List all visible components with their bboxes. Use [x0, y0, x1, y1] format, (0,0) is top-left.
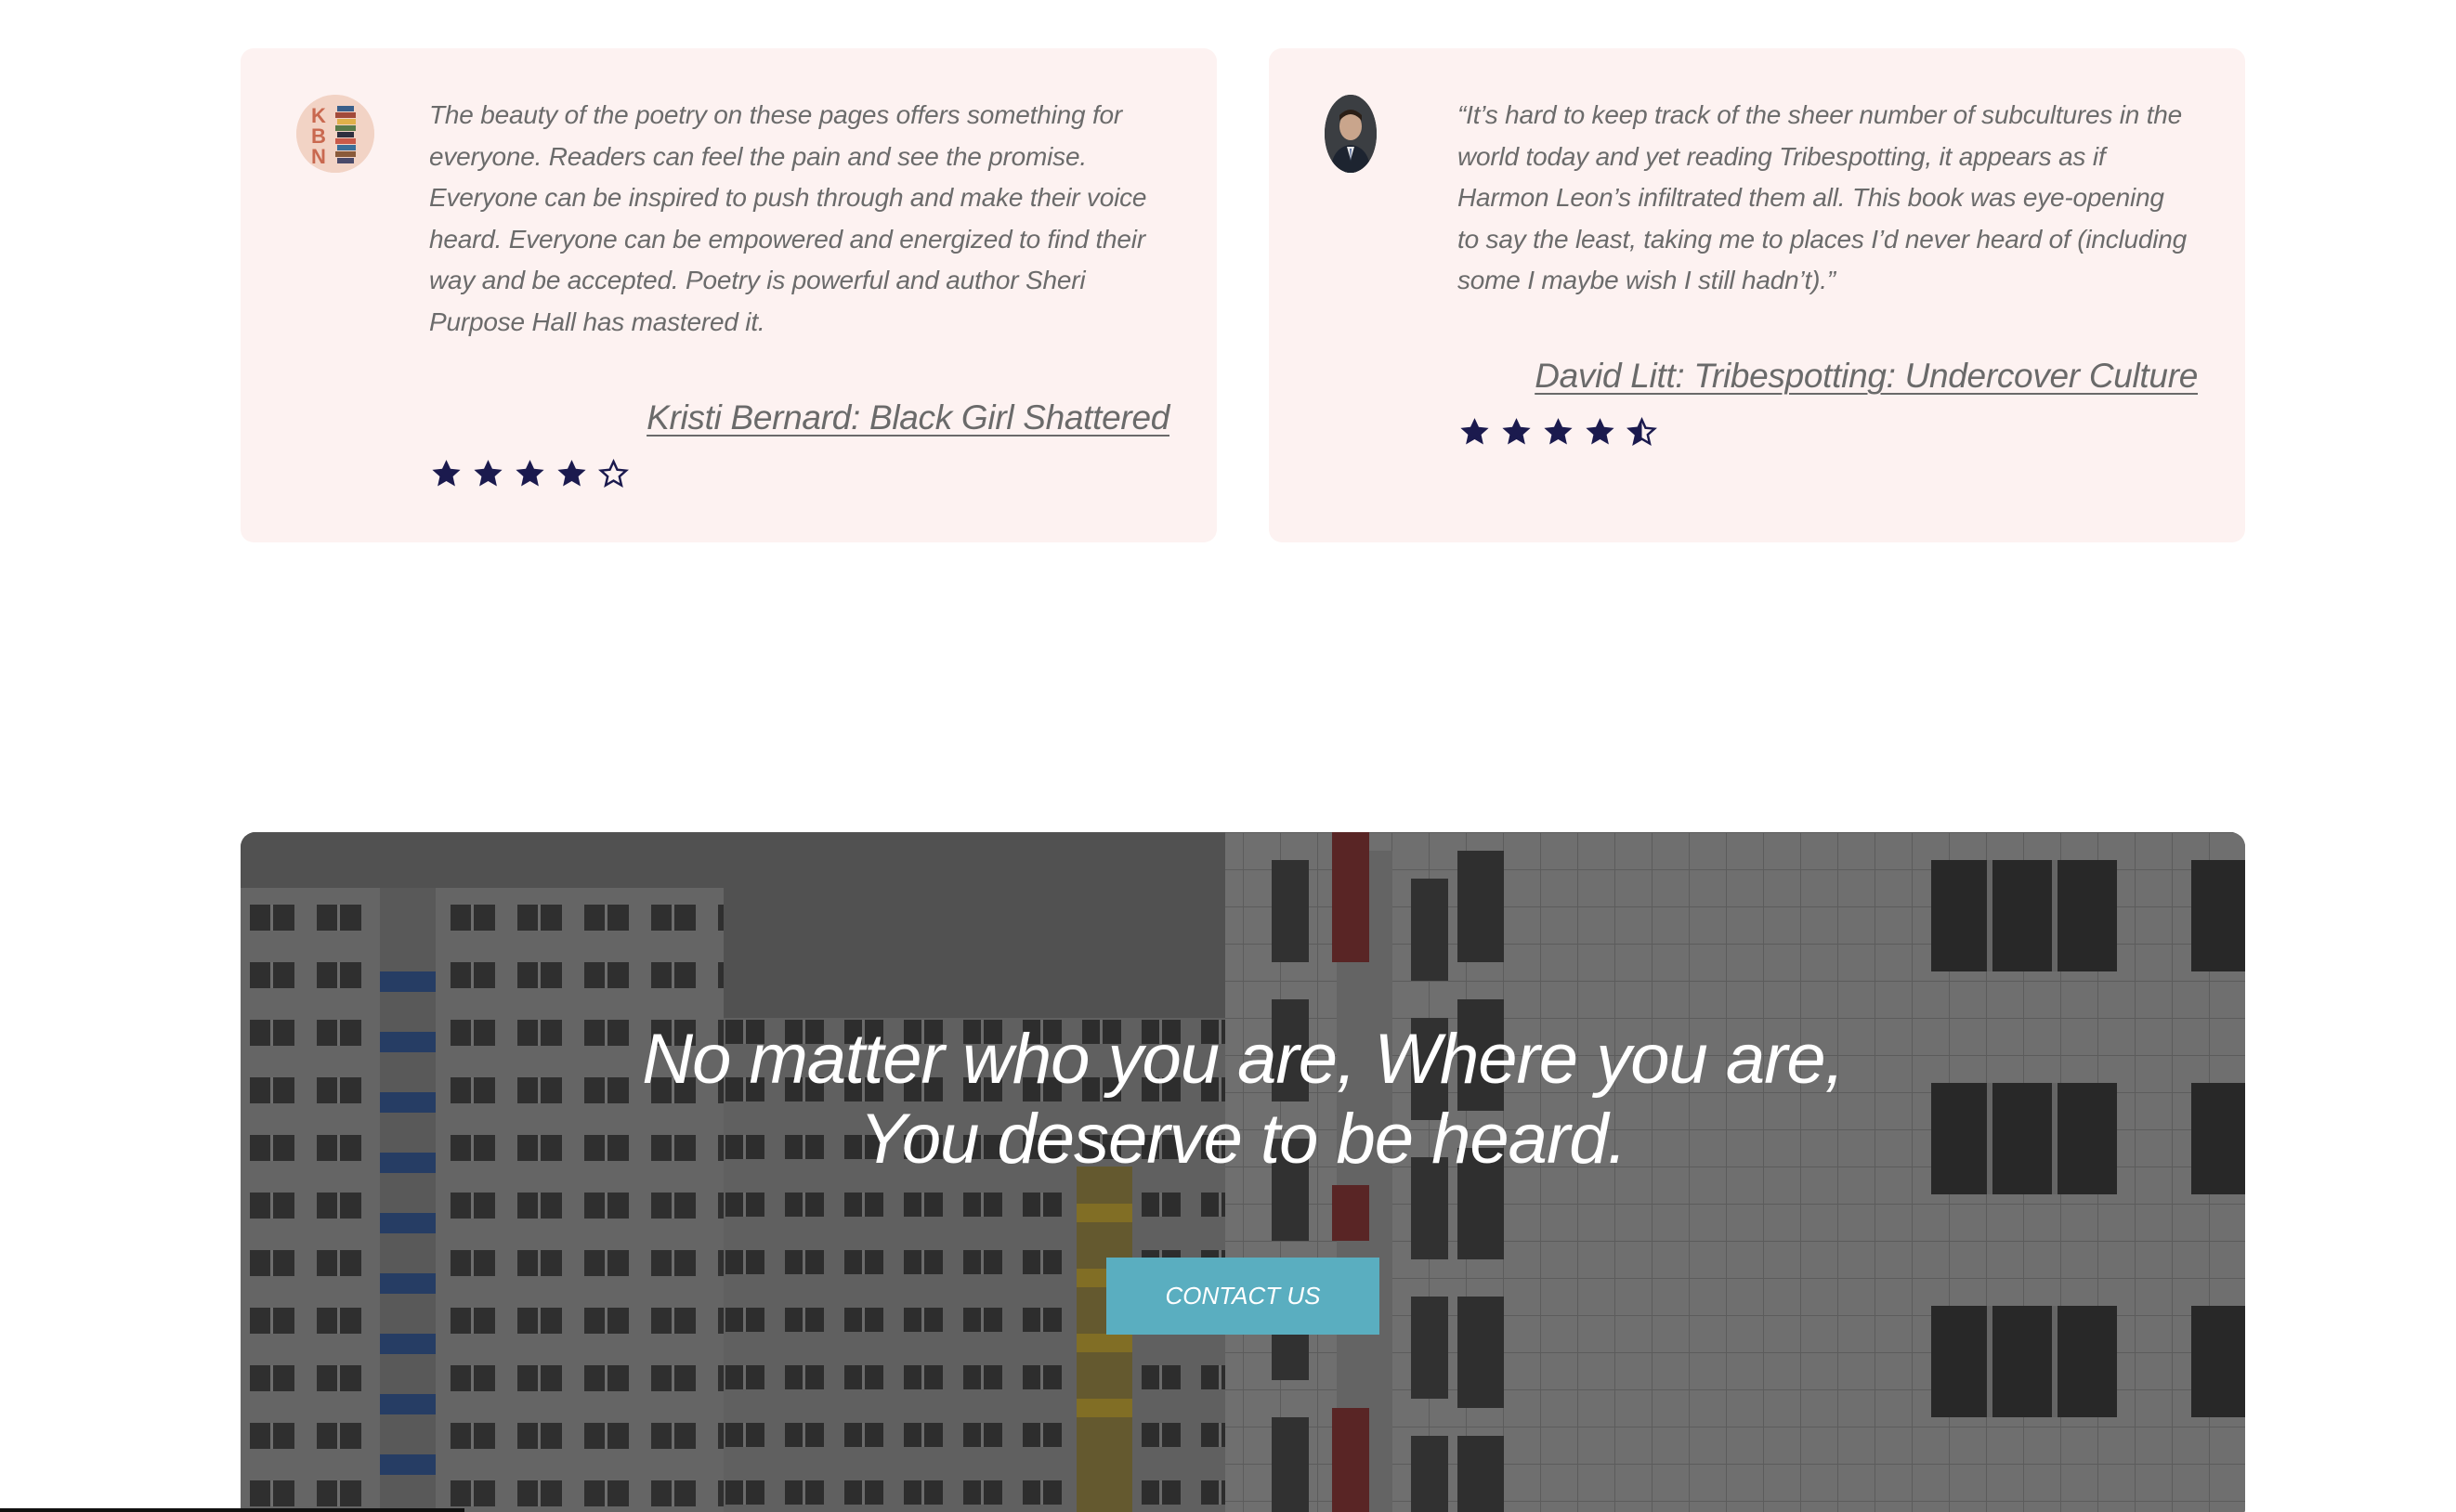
- testimonial-card: “It’s hard to keep track of the sheer nu…: [1269, 48, 2245, 542]
- david-litt-photo-avatar: [1325, 95, 1377, 173]
- star-rating: [429, 457, 631, 491]
- star-empty-icon: [598, 458, 629, 489]
- star-filled-icon: [1586, 418, 1614, 445]
- star-half-icon: [1626, 416, 1657, 447]
- svg-text:N: N: [311, 145, 326, 168]
- star-filled-icon: [432, 460, 461, 487]
- testimonial-quote: “It’s hard to keep track of the sheer nu…: [1457, 100, 2188, 294]
- testimonial-author-link[interactable]: Kristi Bernard: Black Girl Shattered: [647, 398, 1169, 437]
- cta-banner: No matter who you are, Where you are, Yo…: [241, 832, 2245, 1512]
- star-filled-icon: [1460, 418, 1489, 445]
- cta-headline: No matter who you are, Where you are, Yo…: [241, 1020, 2245, 1180]
- contact-us-button[interactable]: CONTACT US: [1106, 1258, 1379, 1335]
- star-filled-icon: [557, 460, 586, 487]
- star-filled-icon: [1502, 418, 1531, 445]
- star-filled-icon: [474, 460, 503, 487]
- testimonial-author-link[interactable]: David Litt: Tribespotting: Undercover Cu…: [1535, 357, 2198, 396]
- star-rating: [1457, 415, 1659, 450]
- cta-headline-line2: You deserve to be heard.: [859, 1100, 1626, 1179]
- star-filled-icon: [1544, 418, 1573, 445]
- kbn-logo-avatar: K B N: [296, 95, 374, 173]
- page: K B N The beauty of the poetry on these …: [0, 0, 2456, 1512]
- testimonial-quote: The beauty of the poetry on these pages …: [429, 100, 1147, 336]
- scroll-indicator: [0, 1508, 464, 1512]
- star-filled-icon: [516, 460, 544, 487]
- testimonial-card: K B N The beauty of the poetry on these …: [241, 48, 1217, 542]
- cta-headline-line1: No matter who you are, Where you are,: [642, 1020, 1845, 1099]
